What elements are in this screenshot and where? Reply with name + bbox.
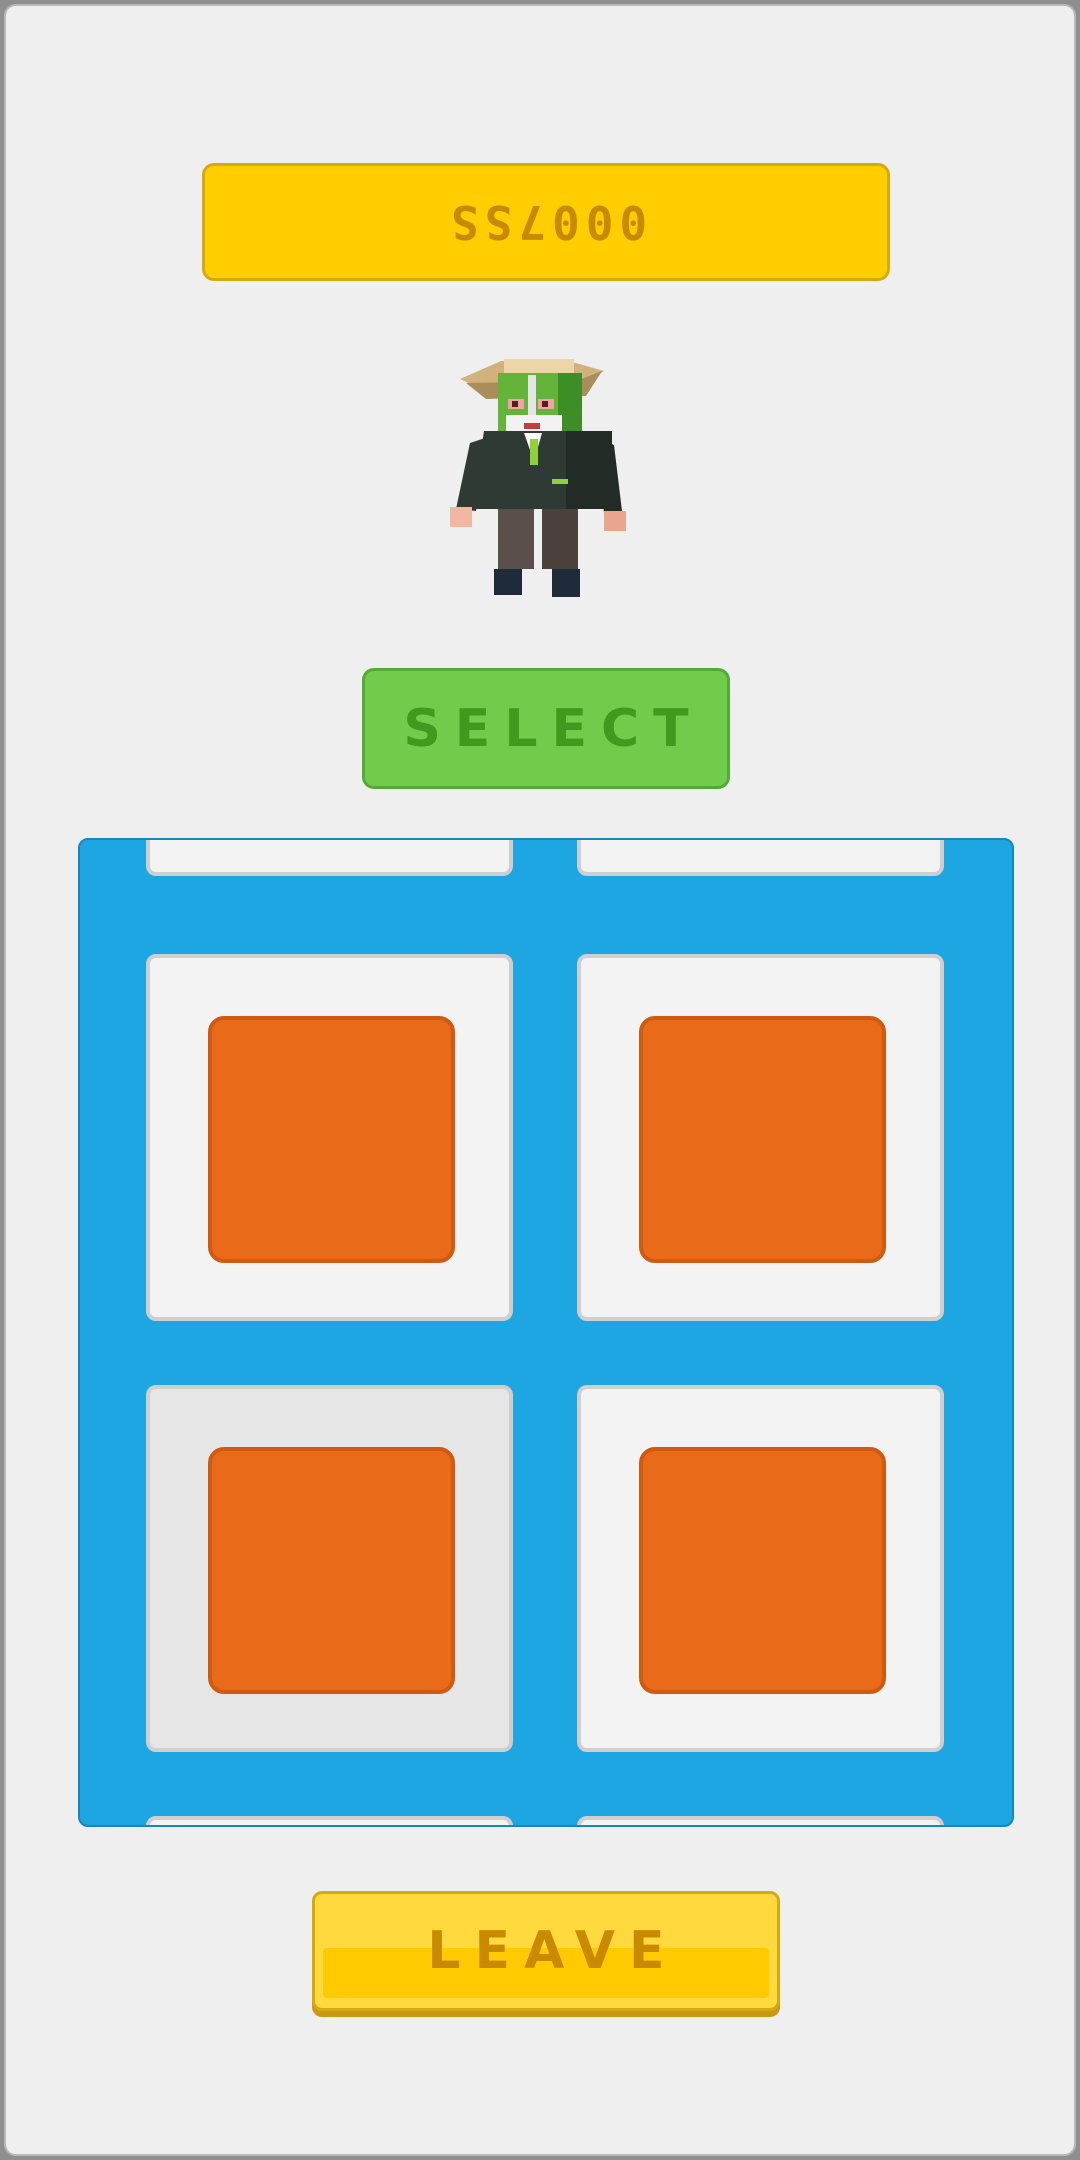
grid-slot[interactable]	[577, 1385, 944, 1752]
voxel-elder-character-icon	[446, 351, 646, 601]
grid-slot-selected[interactable]	[146, 1385, 513, 1752]
game-screen: 0007SS SELECT LEAVE	[4, 4, 1076, 2156]
orange-block	[208, 1447, 455, 1694]
grid-slot[interactable]	[146, 840, 513, 876]
orange-block	[639, 1447, 886, 1694]
select-button[interactable]: SELECT	[362, 668, 730, 789]
orange-block	[208, 1016, 455, 1263]
grid-slot[interactable]	[146, 954, 513, 1321]
item-grid[interactable]	[78, 838, 1014, 1827]
score-display: 0007SS	[202, 163, 890, 281]
orange-block	[639, 1016, 886, 1263]
score-value: 0007SS	[444, 195, 648, 249]
select-button-label: SELECT	[403, 698, 703, 759]
grid-slot[interactable]	[577, 1816, 944, 1825]
grid-slot[interactable]	[577, 840, 944, 876]
grid-slot[interactable]	[577, 954, 944, 1321]
leave-button-label: LEAVE	[427, 1921, 679, 1981]
leave-button[interactable]: LEAVE	[312, 1891, 780, 2011]
grid-slot[interactable]	[146, 1816, 513, 1825]
